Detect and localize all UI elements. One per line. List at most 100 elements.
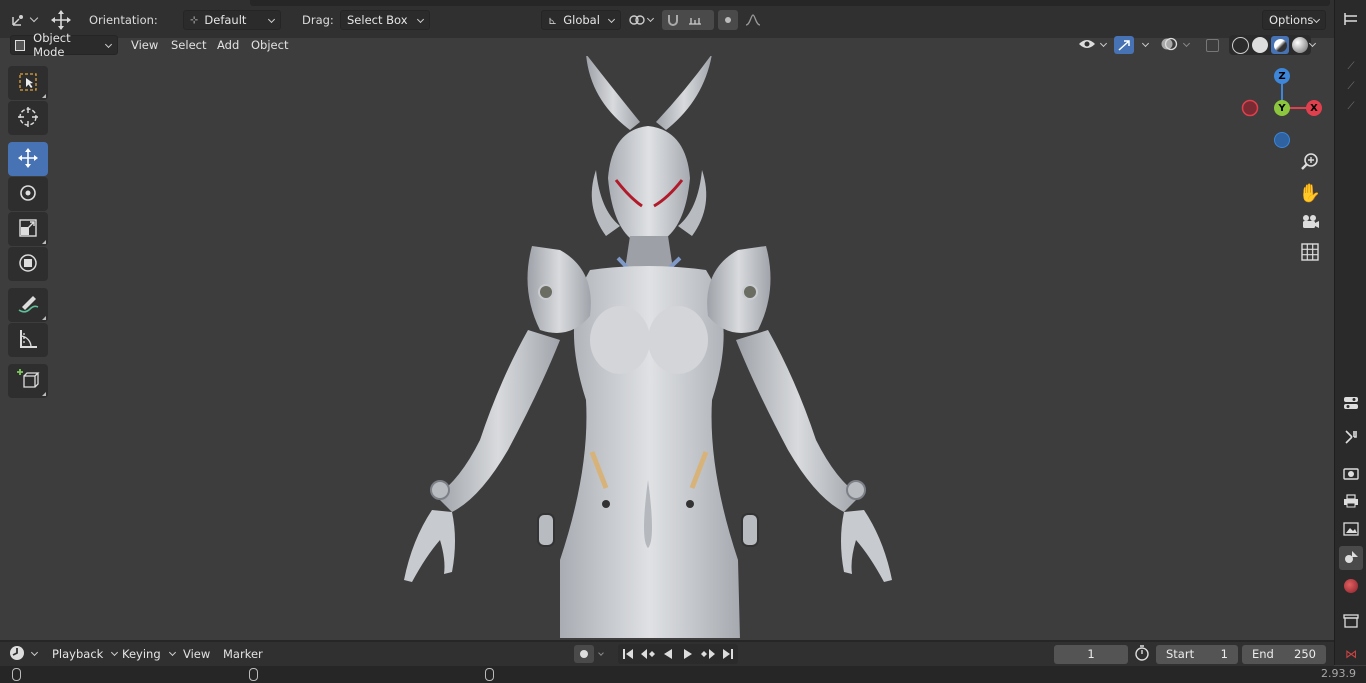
gizmo-y-axis[interactable]: Y xyxy=(1274,100,1290,116)
tab-scene[interactable] xyxy=(1339,546,1363,570)
xray-toggle[interactable] xyxy=(1206,34,1219,56)
properties-icon xyxy=(1343,396,1359,413)
tool-transform[interactable] xyxy=(8,247,48,281)
mouse-left-icon xyxy=(12,668,21,681)
zoom-icon xyxy=(1300,152,1320,175)
mouse-middle-icon xyxy=(249,668,258,681)
play-reverse-button[interactable] xyxy=(658,644,678,664)
overlays-toggle[interactable] xyxy=(1160,34,1191,56)
tool-scale[interactable] xyxy=(8,212,48,246)
end-frame-field[interactable]: End 250 xyxy=(1242,644,1326,664)
rotate-icon xyxy=(17,182,39,207)
tool-measure[interactable] xyxy=(8,323,48,357)
tab-world[interactable] xyxy=(1339,574,1363,598)
jump-to-keyframe-forward-button[interactable] xyxy=(698,644,718,664)
scale-icon xyxy=(18,218,38,241)
select-box-icon xyxy=(18,72,38,95)
current-frame-field[interactable]: 1 xyxy=(1054,644,1128,664)
tab-view-layer[interactable] xyxy=(1339,518,1363,542)
keying-menu[interactable]: Keying xyxy=(116,644,181,664)
end-label: End xyxy=(1252,647,1274,661)
record-icon xyxy=(574,645,594,663)
orientation-value: Default xyxy=(204,13,247,27)
keying-set-dropdown[interactable] xyxy=(594,645,608,663)
tool-rotate[interactable] xyxy=(8,177,48,211)
hand-icon: ✋ xyxy=(1298,182,1322,204)
tool-variants-indicator xyxy=(42,94,46,98)
playback-menu[interactable]: Playback xyxy=(46,644,123,664)
falloff-dropdown[interactable] xyxy=(742,10,764,30)
snap-increment-icon[interactable] xyxy=(684,10,706,30)
gizmo-z-axis[interactable]: Z xyxy=(1274,68,1290,84)
gizmo-x-axis[interactable]: X xyxy=(1306,100,1322,116)
overlays-icon xyxy=(1160,36,1178,55)
tab-tool[interactable] xyxy=(1339,426,1363,450)
auto-keying-toggle[interactable] xyxy=(574,644,608,664)
stopwatch-icon xyxy=(1134,644,1150,664)
keying-label: Keying xyxy=(122,647,161,661)
tab-output[interactable] xyxy=(1339,490,1363,514)
properties-editor-button[interactable] xyxy=(1339,392,1363,416)
orientation-dropdown[interactable]: ⊹ Default xyxy=(183,10,281,30)
jump-to-keyframe-back-button[interactable] xyxy=(638,644,658,664)
ortho-toggle-button[interactable] xyxy=(1296,240,1324,266)
pan-button[interactable]: ✋ xyxy=(1296,180,1324,206)
collapsed-item[interactable]: ⟋ xyxy=(1339,94,1363,118)
use-preview-range-toggle[interactable] xyxy=(1134,644,1150,664)
material-shading-icon[interactable] xyxy=(1271,36,1289,54)
wireframe-shading-icon[interactable] xyxy=(1232,36,1249,54)
drag-value: Select Box xyxy=(347,13,408,27)
snap-toggle-group[interactable] xyxy=(662,10,714,30)
shading-modes[interactable] xyxy=(1229,35,1311,55)
tab-modifiers[interactable]: ⋈ xyxy=(1339,642,1363,666)
timeline-marker-menu[interactable]: Marker xyxy=(223,644,263,664)
play-button[interactable] xyxy=(678,644,698,664)
grid-icon xyxy=(1301,242,1319,264)
solid-shading-icon[interactable] xyxy=(1252,37,1268,53)
timeline-editor-type-button[interactable] xyxy=(8,644,39,664)
start-frame-field[interactable]: Start 1 xyxy=(1156,644,1238,664)
outliner-editor-button[interactable] xyxy=(1339,8,1363,32)
menu-object[interactable]: Object xyxy=(251,34,288,56)
navigation-gizmo[interactable]: Z X Y xyxy=(1236,64,1332,154)
menu-view[interactable]: View xyxy=(131,34,158,56)
pivot-point-dropdown[interactable] xyxy=(626,10,655,30)
workspace-tabs-strip[interactable] xyxy=(250,0,1330,6)
tool-move[interactable] xyxy=(8,142,48,176)
shading-options-dropdown[interactable] xyxy=(1308,34,1317,56)
tool-cursor[interactable] xyxy=(8,101,48,135)
tool-annotate[interactable] xyxy=(8,288,48,322)
jump-to-start-button[interactable] xyxy=(618,644,638,664)
rendered-shading-icon[interactable] xyxy=(1292,37,1308,53)
3d-viewport[interactable] xyxy=(0,56,1334,638)
snap-magnet-icon[interactable] xyxy=(662,10,684,30)
menu-select[interactable]: Select xyxy=(171,34,206,56)
wrench-icon: ⋈ xyxy=(1345,647,1357,661)
transform-orientation-dropdown[interactable]: ⊾ Global xyxy=(541,10,621,30)
tab-render[interactable] xyxy=(1339,462,1363,486)
timeline-view-menu[interactable]: View xyxy=(183,644,210,664)
zoom-button[interactable] xyxy=(1296,150,1324,176)
properties-tab-strip: ⟋ ⟋ ⟋ ⋈ xyxy=(1334,0,1366,665)
falloff-curve-icon xyxy=(742,10,764,30)
visibility-dropdown[interactable] xyxy=(1078,34,1108,56)
options-dropdown[interactable]: Options xyxy=(1262,10,1326,30)
jump-to-end-button[interactable] xyxy=(718,644,738,664)
menu-add[interactable]: Add xyxy=(217,34,239,56)
gizmo-toggle[interactable] xyxy=(1114,34,1150,56)
camera-view-button[interactable] xyxy=(1296,210,1324,236)
tool-select-box[interactable] xyxy=(8,66,48,100)
restrict-toggle-icon: ⟋ xyxy=(1347,80,1355,92)
tool-add-cube[interactable] xyxy=(8,364,48,398)
mode-dropdown[interactable]: Object Mode xyxy=(10,31,118,59)
chevron-down-icon xyxy=(1099,39,1108,47)
tab-collection[interactable] xyxy=(1339,610,1363,634)
global-axes-icon: ⊾ xyxy=(548,13,558,27)
status-bar: 2.93.9 xyxy=(0,666,1366,683)
proportional-edit-toggle[interactable] xyxy=(718,10,738,30)
editor-type-button[interactable] xyxy=(8,10,39,30)
tool-variants-indicator xyxy=(42,240,46,244)
object-mode-icon xyxy=(15,39,26,51)
drag-dropdown[interactable]: Select Box xyxy=(340,10,430,30)
render-camera-icon xyxy=(1343,466,1359,483)
